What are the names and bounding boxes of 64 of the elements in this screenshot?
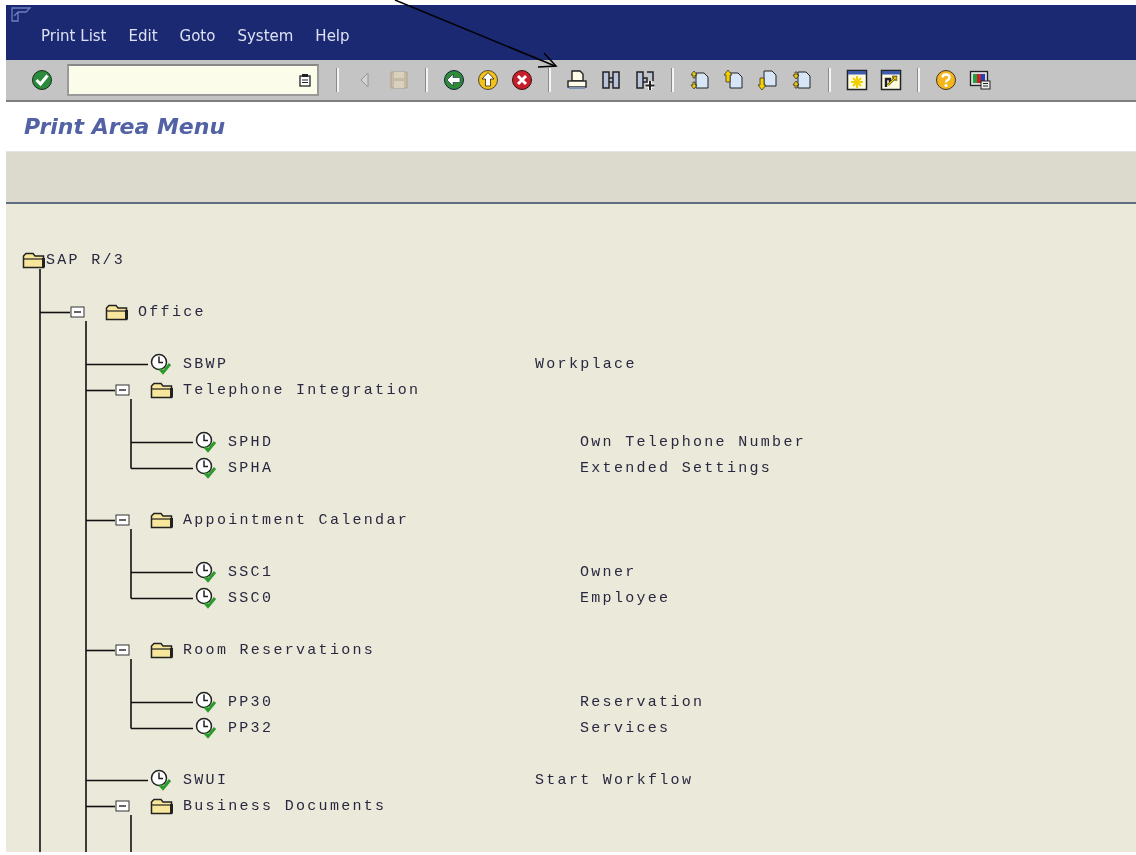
transaction-code[interactable]: SSC0	[228, 589, 580, 607]
new-window-icon[interactable]	[846, 69, 868, 91]
check-icon[interactable]	[31, 69, 53, 91]
transaction-code[interactable]: SPHA	[228, 459, 580, 477]
cancel-icon[interactable]	[511, 69, 533, 91]
transaction-description: Own Telephone Number	[580, 433, 807, 451]
transaction-description: Owner	[580, 563, 637, 581]
folder-icon	[105, 303, 129, 321]
monitor-icon[interactable]	[969, 69, 991, 91]
menu-item[interactable]: System	[237, 27, 294, 45]
transaction-code[interactable]: SWUI	[183, 771, 535, 789]
printer-icon[interactable]	[566, 69, 588, 91]
folder-icon	[22, 251, 46, 269]
command-field[interactable]	[67, 64, 319, 96]
system-menu-icon[interactable]	[10, 6, 32, 23]
folder-icon	[150, 641, 174, 659]
collapse-icon[interactable]	[115, 514, 130, 526]
clock-check-icon	[195, 561, 219, 583]
page-last-icon[interactable]	[791, 69, 813, 91]
history-list-icon[interactable]	[299, 73, 311, 87]
clock-check-icon	[150, 353, 174, 375]
folder-label[interactable]: Business Documents	[183, 797, 387, 815]
collapse-icon[interactable]	[115, 800, 130, 812]
clock-check-icon	[195, 691, 219, 713]
transaction-code[interactable]: PP32	[228, 719, 580, 737]
folder-icon	[150, 797, 174, 815]
folder-label[interactable]: Appointment Calendar	[183, 511, 410, 529]
transaction-description: Services	[580, 719, 671, 737]
page-next-icon[interactable]	[757, 69, 779, 91]
folder-icon	[150, 511, 174, 529]
transaction-code[interactable]: SPHD	[228, 433, 580, 451]
screen-title: Print Area Menu	[24, 114, 226, 139]
transaction-description: Reservation	[580, 693, 705, 711]
folder-label[interactable]: Telephone Integration	[183, 381, 421, 399]
collapse-icon[interactable]	[115, 384, 130, 396]
transaction-description: Workplace	[535, 355, 637, 373]
page-first-icon[interactable]	[689, 69, 711, 91]
clock-check-icon	[195, 457, 219, 479]
transaction-description: Start Workflow	[535, 771, 694, 789]
transaction-description: Employee	[580, 589, 671, 607]
binoculars-plus-icon[interactable]	[634, 69, 656, 91]
back-icon[interactable]	[443, 69, 465, 91]
menu-item[interactable]: Goto	[179, 27, 216, 45]
menu-item[interactable]: Help	[315, 27, 350, 45]
folder-label[interactable]: SAP R/3	[46, 251, 126, 269]
transaction-code[interactable]: PP30	[228, 693, 580, 711]
collapse-icon[interactable]	[115, 644, 130, 656]
transaction-description: Extended Settings	[580, 459, 773, 477]
clock-check-icon	[195, 431, 219, 453]
transaction-code[interactable]: SSC1	[228, 563, 580, 581]
binoculars-icon[interactable]	[600, 69, 622, 91]
shortcut-icon[interactable]	[880, 69, 902, 91]
folder-label[interactable]: Office	[138, 303, 206, 321]
help-icon[interactable]	[935, 69, 957, 91]
menu-item[interactable]: Print List	[41, 27, 107, 45]
clock-check-icon	[195, 587, 219, 609]
collapse-icon[interactable]	[70, 306, 85, 318]
menu-item[interactable]: Edit	[128, 27, 158, 45]
clock-check-icon	[195, 717, 219, 739]
page-previous-icon[interactable]	[723, 69, 745, 91]
transaction-code[interactable]: SBWP	[183, 355, 535, 373]
folder-label[interactable]: Room Reservations	[183, 641, 376, 659]
clock-check-icon	[150, 769, 174, 791]
folder-icon	[150, 381, 174, 399]
